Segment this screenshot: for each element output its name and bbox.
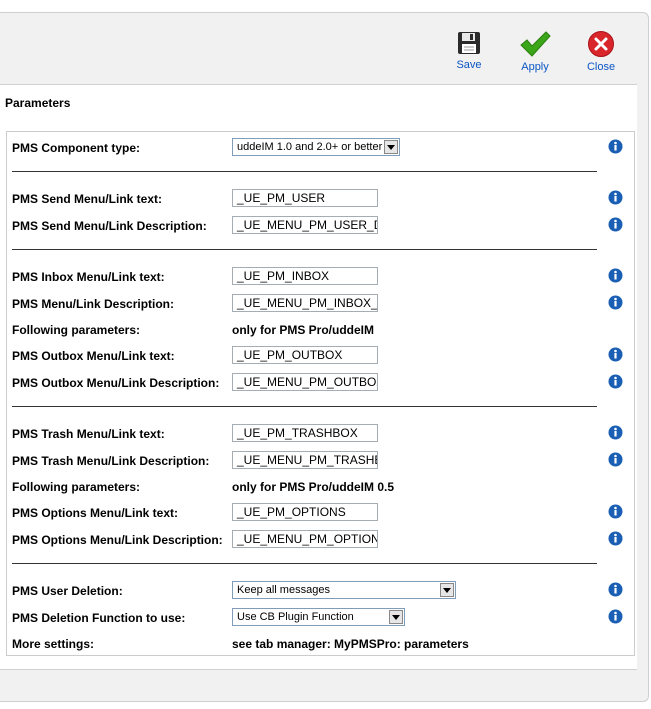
send-desc-label: PMS Send Menu/Link Description: <box>12 219 207 233</box>
divider <box>12 171 597 172</box>
trash-desc-input[interactable]: _UE_MENU_PM_TRASHBOX_DESC <box>232 451 378 469</box>
row-trash-text: PMS Trash Menu/Link text: _UE_PM_TRASHBO… <box>12 424 627 444</box>
info-icon[interactable] <box>608 531 623 546</box>
following-1-label: Following parameters: <box>12 323 141 337</box>
deletion-function-select[interactable]: Use CB Plugin Function <box>232 608 405 626</box>
row-outbox-desc: PMS Outbox Menu/Link Description: _UE_ME… <box>12 373 627 393</box>
following-1-value: only for PMS Pro/uddeIM <box>232 323 375 337</box>
page-title: Parameters <box>5 96 71 110</box>
info-icon[interactable] <box>608 609 623 624</box>
row-menu-desc: PMS Menu/Link Description: _UE_MENU_PM_I… <box>12 294 627 314</box>
trash-text-label: PMS Trash Menu/Link text: <box>12 427 165 441</box>
info-icon[interactable] <box>608 452 623 467</box>
component-type-value: uddeIM 1.0 and 2.0+ or better <box>237 141 383 153</box>
info-icon[interactable] <box>608 425 623 440</box>
divider <box>12 563 597 564</box>
row-user-deletion: PMS User Deletion: Keep all messages <box>12 581 627 601</box>
outbox-desc-input[interactable]: _UE_MENU_PM_OUTBOX_DESC <box>232 373 378 391</box>
deletion-function-label: PMS Deletion Function to use: <box>12 611 186 625</box>
apply-label: Apply <box>521 61 549 73</box>
save-icon <box>458 32 480 54</box>
row-inbox-text: PMS Inbox Menu/Link text: _UE_PM_INBOX <box>12 267 627 287</box>
row-outbox-text: PMS Outbox Menu/Link text: _UE_PM_OUTBOX <box>12 346 627 366</box>
apply-button[interactable]: Apply <box>507 26 563 84</box>
user-deletion-label: PMS User Deletion: <box>12 584 123 598</box>
row-options-desc: PMS Options Menu/Link Description: _UE_M… <box>12 530 627 550</box>
outbox-desc-label: PMS Outbox Menu/Link Description: <box>12 376 220 390</box>
user-deletion-value: Keep all messages <box>237 584 330 596</box>
apply-icon <box>520 31 551 57</box>
info-icon[interactable] <box>608 217 623 232</box>
info-icon[interactable] <box>608 295 623 310</box>
menu-desc-input[interactable]: _UE_MENU_PM_INBOX_DESC <box>232 294 378 312</box>
dropdown-arrow-icon <box>384 140 398 154</box>
divider <box>12 249 597 250</box>
info-icon[interactable] <box>608 374 623 389</box>
options-text-label: PMS Options Menu/Link text: <box>12 506 179 520</box>
outbox-text-label: PMS Outbox Menu/Link text: <box>12 349 175 363</box>
component-type-select[interactable]: uddeIM 1.0 and 2.0+ or better <box>232 138 400 156</box>
info-icon[interactable] <box>608 139 623 154</box>
parameters-panel <box>6 131 635 656</box>
row-send-desc: PMS Send Menu/Link Description: _UE_MENU… <box>12 216 627 236</box>
more-settings-value: see tab manager: MyPMSPro: parameters <box>232 637 469 651</box>
options-desc-label: PMS Options Menu/Link Description: <box>12 533 223 547</box>
close-label: Close <box>586 61 616 73</box>
dropdown-arrow-icon <box>440 583 454 597</box>
info-icon[interactable] <box>608 504 623 519</box>
info-icon[interactable] <box>608 190 623 205</box>
more-settings-label: More settings: <box>12 637 95 651</box>
following-2-value: only for PMS Pro/uddeIM 0.5 <box>232 480 395 494</box>
info-icon[interactable] <box>608 268 623 283</box>
row-more-settings: More settings: see tab manager: MyPMSPro… <box>12 634 627 654</box>
inbox-text-label: PMS Inbox Menu/Link text: <box>12 270 165 284</box>
options-desc-input[interactable]: _UE_MENU_PM_OPTIONS_DESC <box>232 530 378 548</box>
menu-desc-label: PMS Menu/Link Description: <box>12 297 175 311</box>
following-2-label: Following parameters: <box>12 480 141 494</box>
save-button[interactable]: Save <box>441 26 497 84</box>
send-desc-input[interactable]: _UE_MENU_PM_USER_DESC <box>232 216 378 234</box>
user-deletion-select[interactable]: Keep all messages <box>232 581 456 599</box>
inbox-text-input[interactable]: _UE_PM_INBOX <box>232 267 378 285</box>
row-deletion-function: PMS Deletion Function to use: Use CB Plu… <box>12 608 627 628</box>
info-icon[interactable] <box>608 582 623 597</box>
send-text-label: PMS Send Menu/Link text: <box>12 192 163 206</box>
outbox-text-input[interactable]: _UE_PM_OUTBOX <box>232 346 378 364</box>
row-send-text: PMS Send Menu/Link text: _UE_PM_USER <box>12 189 627 209</box>
options-text-input[interactable]: _UE_PM_OPTIONS <box>232 503 378 521</box>
row-component-type: PMS Component type: uddeIM 1.0 and 2.0+ … <box>12 138 627 158</box>
dropdown-arrow-icon <box>389 610 403 624</box>
send-text-input[interactable]: _UE_PM_USER <box>232 189 378 207</box>
row-options-text: PMS Options Menu/Link text: _UE_PM_OPTIO… <box>12 503 627 523</box>
deletion-function-value: Use CB Plugin Function <box>237 611 354 623</box>
divider <box>12 406 597 407</box>
row-following-2: Following parameters: only for PMS Pro/u… <box>12 477 627 497</box>
component-type-label: PMS Component type: <box>12 141 140 155</box>
info-icon[interactable] <box>608 347 623 362</box>
close-button[interactable]: Close <box>573 26 629 84</box>
trash-desc-label: PMS Trash Menu/Link Description: <box>12 454 210 468</box>
row-trash-desc: PMS Trash Menu/Link Description: _UE_MEN… <box>12 451 627 471</box>
row-following-1: Following parameters: only for PMS Pro/u… <box>12 320 627 340</box>
save-label: Save <box>456 59 482 71</box>
close-icon <box>588 31 614 57</box>
trash-text-input[interactable]: _UE_PM_TRASHBOX <box>232 424 378 442</box>
